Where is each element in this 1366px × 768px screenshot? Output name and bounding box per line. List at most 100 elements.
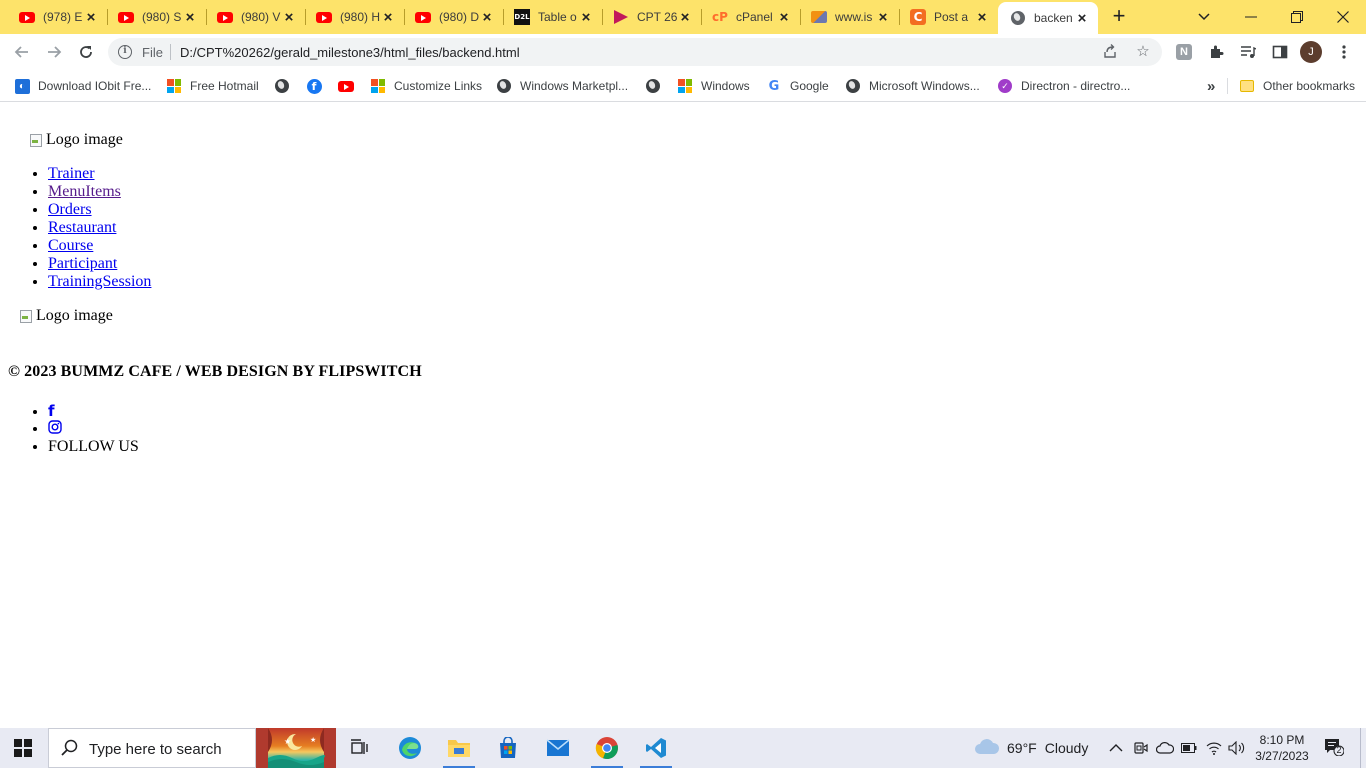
- wifi-icon[interactable]: [1206, 728, 1222, 768]
- bookmark-customize-links[interactable]: Customize Links: [370, 76, 482, 96]
- profile-avatar[interactable]: J: [1300, 41, 1322, 63]
- chrome-icon[interactable]: [587, 732, 627, 768]
- weather-widget[interactable]: 69°F Cloudy: [974, 728, 1088, 768]
- info-icon[interactable]: i: [118, 45, 132, 59]
- tab-7[interactable]: CPT 26 ×: [594, 0, 701, 34]
- reload-button[interactable]: [74, 40, 98, 64]
- minimize-button[interactable]: [1228, 0, 1274, 34]
- close-icon[interactable]: ×: [83, 9, 99, 26]
- nav-link-restaurant[interactable]: Restaurant: [48, 219, 116, 236]
- other-bookmarks[interactable]: Other bookmarks: [1239, 76, 1355, 96]
- bookmark-youtube[interactable]: [338, 76, 354, 96]
- tab-label: Table o: [538, 10, 577, 24]
- youtube-icon: [415, 9, 431, 25]
- taskbar-search-box[interactable]: Type here to search: [48, 728, 256, 768]
- extensions-icon[interactable]: [1206, 42, 1226, 62]
- notification-center-icon[interactable]: 2: [1324, 738, 1345, 757]
- bookmark-directron[interactable]: ✓ Directron - directro...: [997, 76, 1130, 96]
- bookmark-google[interactable]: G Google: [766, 76, 829, 96]
- nav-link-course[interactable]: Course: [48, 237, 93, 254]
- side-panel-icon[interactable]: [1270, 42, 1290, 62]
- restore-button[interactable]: [1274, 0, 1320, 34]
- tab-3[interactable]: (980) V ×: [198, 0, 305, 34]
- close-icon[interactable]: ×: [380, 9, 396, 26]
- bookmark-label: Customize Links: [394, 79, 483, 93]
- star-icon[interactable]: ☆: [1134, 43, 1152, 61]
- nav-link-orders[interactable]: Orders: [48, 201, 92, 218]
- address-bar[interactable]: i File D:/CPT%20262/gerald_milestone3/ht…: [108, 38, 1162, 66]
- nav-link-menuitems[interactable]: MenuItems: [48, 183, 121, 200]
- clock-time: 8:10 PM: [1259, 733, 1305, 747]
- onedrive-icon[interactable]: [1156, 728, 1174, 768]
- show-hidden-icons-button[interactable]: [1109, 728, 1123, 768]
- nav-item: Participant: [48, 255, 151, 273]
- instagram-icon[interactable]: [48, 420, 62, 438]
- bookmark-label: Directron - directro...: [1021, 79, 1131, 93]
- tab-6[interactable]: D2L Table o ×: [495, 0, 602, 34]
- close-icon[interactable]: ×: [677, 9, 693, 26]
- new-tab-button[interactable]: +: [1108, 5, 1130, 28]
- d2l-icon: D2L: [514, 9, 530, 25]
- follow-us-text: FOLLOW US: [48, 438, 139, 455]
- nav-link-participant[interactable]: Participant: [48, 255, 117, 272]
- nav-link-trainer[interactable]: Trainer: [48, 165, 95, 182]
- close-window-button[interactable]: [1320, 0, 1366, 34]
- tab-10[interactable]: C Post a ×: [891, 0, 998, 34]
- close-icon[interactable]: ×: [776, 9, 792, 26]
- show-desktop-button[interactable]: [1360, 728, 1361, 768]
- tab-search-button[interactable]: [1181, 0, 1227, 34]
- microsoft-store-icon[interactable]: [488, 732, 528, 764]
- close-icon[interactable]: ×: [875, 9, 891, 26]
- share-icon[interactable]: [1101, 43, 1119, 61]
- edge-icon[interactable]: [390, 732, 430, 764]
- file-explorer-icon[interactable]: [439, 732, 479, 768]
- volume-icon[interactable]: [1228, 728, 1246, 768]
- tab-9[interactable]: www.is ×: [792, 0, 899, 34]
- tab-2[interactable]: (980) S ×: [99, 0, 206, 34]
- close-icon[interactable]: ×: [974, 9, 990, 26]
- tab-1[interactable]: (978) E ×: [0, 0, 107, 34]
- microsoft-icon: [370, 78, 386, 94]
- facebook-icon[interactable]: f: [48, 402, 55, 420]
- bookmarks-overflow-button[interactable]: »: [1207, 76, 1215, 96]
- close-icon[interactable]: ×: [479, 9, 495, 26]
- windows-taskbar: Type here to search ★ ★ 69°F Cloudy 8:10…: [0, 728, 1366, 768]
- social-item: [48, 420, 139, 438]
- broken-image-icon: [18, 308, 34, 324]
- bookmark-iobit[interactable]: ◐ Download IObit Fre...: [14, 76, 151, 96]
- tab-label: (978) E: [43, 10, 83, 24]
- nav-link-trainingsession[interactable]: TrainingSession: [48, 273, 151, 290]
- close-icon[interactable]: ×: [182, 9, 198, 26]
- svg-text:★: ★: [284, 737, 291, 746]
- task-view-icon[interactable]: [340, 732, 380, 764]
- more-menu-icon[interactable]: [1334, 42, 1354, 62]
- tab-active[interactable]: backen ×: [998, 2, 1098, 34]
- bookmark-windows[interactable]: Windows: [677, 76, 750, 96]
- nav-item: TrainingSession: [48, 273, 151, 291]
- windows-start-icon[interactable]: [14, 739, 32, 757]
- bookmark-windows-marketplace[interactable]: Windows Marketpl...: [496, 76, 628, 96]
- media-control-icon[interactable]: [1238, 42, 1258, 62]
- vscode-icon[interactable]: [636, 732, 676, 768]
- back-button[interactable]: [10, 40, 34, 64]
- bookmark-label: Windows Marketpl...: [520, 79, 629, 93]
- search-highlight-image: ★ ★: [256, 728, 336, 768]
- forward-button[interactable]: [42, 40, 66, 64]
- close-icon[interactable]: ×: [578, 9, 594, 26]
- url-text[interactable]: D:/CPT%20262/gerald_milestone3/html_file…: [180, 45, 520, 60]
- extension-n-icon[interactable]: N: [1174, 42, 1194, 62]
- tab-4[interactable]: (980) H ×: [297, 0, 404, 34]
- close-icon[interactable]: ×: [1074, 10, 1090, 27]
- bookmark-free-hotmail[interactable]: Free Hotmail: [166, 76, 259, 96]
- bookmark-globe-2[interactable]: [645, 76, 661, 96]
- tab-8[interactable]: cP cPanel ×: [693, 0, 800, 34]
- bookmark-globe-1[interactable]: [274, 76, 290, 96]
- tab-5[interactable]: (980) D ×: [396, 0, 503, 34]
- bookmark-facebook[interactable]: f: [306, 76, 322, 96]
- bookmark-microsoft-windows[interactable]: Microsoft Windows...: [845, 76, 980, 96]
- taskbar-clock[interactable]: 8:10 PM 3/27/2023: [1250, 732, 1314, 764]
- battery-icon[interactable]: [1181, 728, 1197, 768]
- mail-icon[interactable]: [538, 732, 578, 764]
- close-icon[interactable]: ×: [281, 9, 297, 26]
- meet-now-icon[interactable]: [1133, 728, 1149, 768]
